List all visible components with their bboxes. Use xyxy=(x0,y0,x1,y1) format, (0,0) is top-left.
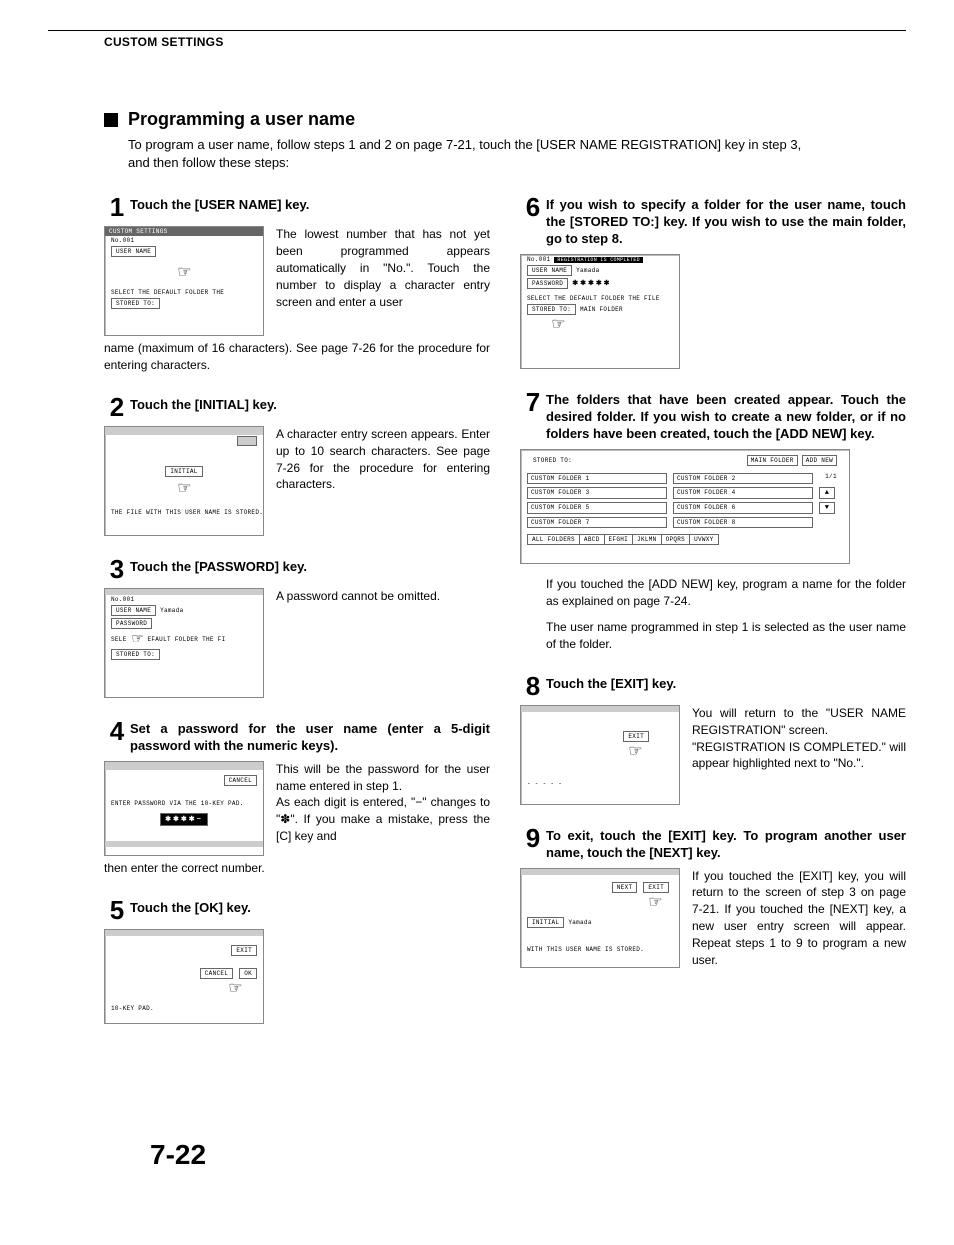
step8-screenshot: EXIT ☜ - - - - - xyxy=(520,705,680,805)
step-number: 6 xyxy=(520,194,546,248)
step-heading: The folders that have been created appea… xyxy=(546,389,906,443)
step9-screenshot: NEXTEXIT ☜ INITIALYamada WITH THIS USER … xyxy=(520,868,680,968)
step-heading: To exit, touch the [EXIT] key. To progra… xyxy=(546,825,906,862)
hand-icon: ☜ xyxy=(228,981,243,997)
step-heading: Touch the [OK] key. xyxy=(130,897,251,923)
hand-icon: ☜ xyxy=(177,481,192,497)
step-number: 4 xyxy=(104,718,130,755)
step-body-continued: name (maximum of 16 characters). See pag… xyxy=(104,340,490,374)
step5-screenshot: EXIT CANCELOK ☜ 10-KEY PAD. xyxy=(104,929,264,1024)
step-number: 7 xyxy=(520,389,546,443)
step-heading: Touch the [INITIAL] key. xyxy=(130,394,277,420)
step7-note2: The user name programmed in step 1 is se… xyxy=(520,619,906,653)
step4-screenshot: CANCEL ENTER PASSWORD VIA THE 10-KEY PAD… xyxy=(104,761,264,856)
step-number: 8 xyxy=(520,673,546,699)
step-number: 1 xyxy=(104,194,130,220)
step-heading: Touch the [EXIT] key. xyxy=(546,673,676,699)
step-heading: Touch the [PASSWORD] key. xyxy=(130,556,307,582)
step-body: If you touched the [EXIT] key, you will … xyxy=(692,868,906,969)
step3-screenshot: No.001 USER NAMEYamada PASSWORD SELE☜EFA… xyxy=(104,588,264,698)
step-number: 3 xyxy=(104,556,130,582)
hand-icon: ☜ xyxy=(177,265,192,281)
step7-screenshot: STORED TO: MAIN FOLDER ADD NEW CUSTOM FO… xyxy=(520,449,850,564)
down-arrow-icon: ▼ xyxy=(819,502,835,514)
step-number: 2 xyxy=(104,394,130,420)
step-body: This will be the password for the user n… xyxy=(276,761,490,856)
section-title: Programming a user name xyxy=(128,109,355,130)
step6-screenshot: No.001 REGISTRATION IS COMPLETED USER NA… xyxy=(520,254,680,369)
step-heading: Touch the [USER NAME] key. xyxy=(130,194,309,220)
step-body: You will return to the "USER NAME REGIST… xyxy=(692,705,906,805)
up-arrow-icon: ▲ xyxy=(819,487,835,499)
page-number: 7-22 xyxy=(150,1139,206,1171)
step-number: 9 xyxy=(520,825,546,862)
step1-screenshot: CUSTOM SETTINGS No.001 USER NAME ☜ SELEC… xyxy=(104,226,264,336)
step-body-continued: then enter the correct number. xyxy=(104,860,490,877)
step-heading: Set a password for the user name (enter … xyxy=(130,718,490,755)
left-column: 1 Touch the [USER NAME] key. CUSTOM SETT… xyxy=(104,194,490,1043)
step-body: A character entry screen appears. Enter … xyxy=(276,426,490,536)
step-heading: If you wish to specify a folder for the … xyxy=(546,194,906,248)
step-number: 5 xyxy=(104,897,130,923)
hand-icon: ☜ xyxy=(551,317,566,333)
hand-icon: ☜ xyxy=(628,744,643,760)
page-header: CUSTOM SETTINGS xyxy=(48,35,906,49)
right-column: 6 If you wish to specify a folder for th… xyxy=(520,194,906,1043)
step-body: A password cannot be omitted. xyxy=(276,588,440,698)
step-body: The lowest number that has not yet been … xyxy=(276,226,490,336)
section-intro: To program a user name, follow steps 1 a… xyxy=(48,136,818,172)
section-bullet xyxy=(104,113,118,127)
hand-icon: ☜ xyxy=(131,633,144,647)
hand-icon: ☜ xyxy=(648,895,663,911)
step2-screenshot: INITIAL ☜ THE FILE WITH THIS USER NAME I… xyxy=(104,426,264,536)
step7-note: If you touched the [ADD NEW] key, progra… xyxy=(520,576,906,610)
